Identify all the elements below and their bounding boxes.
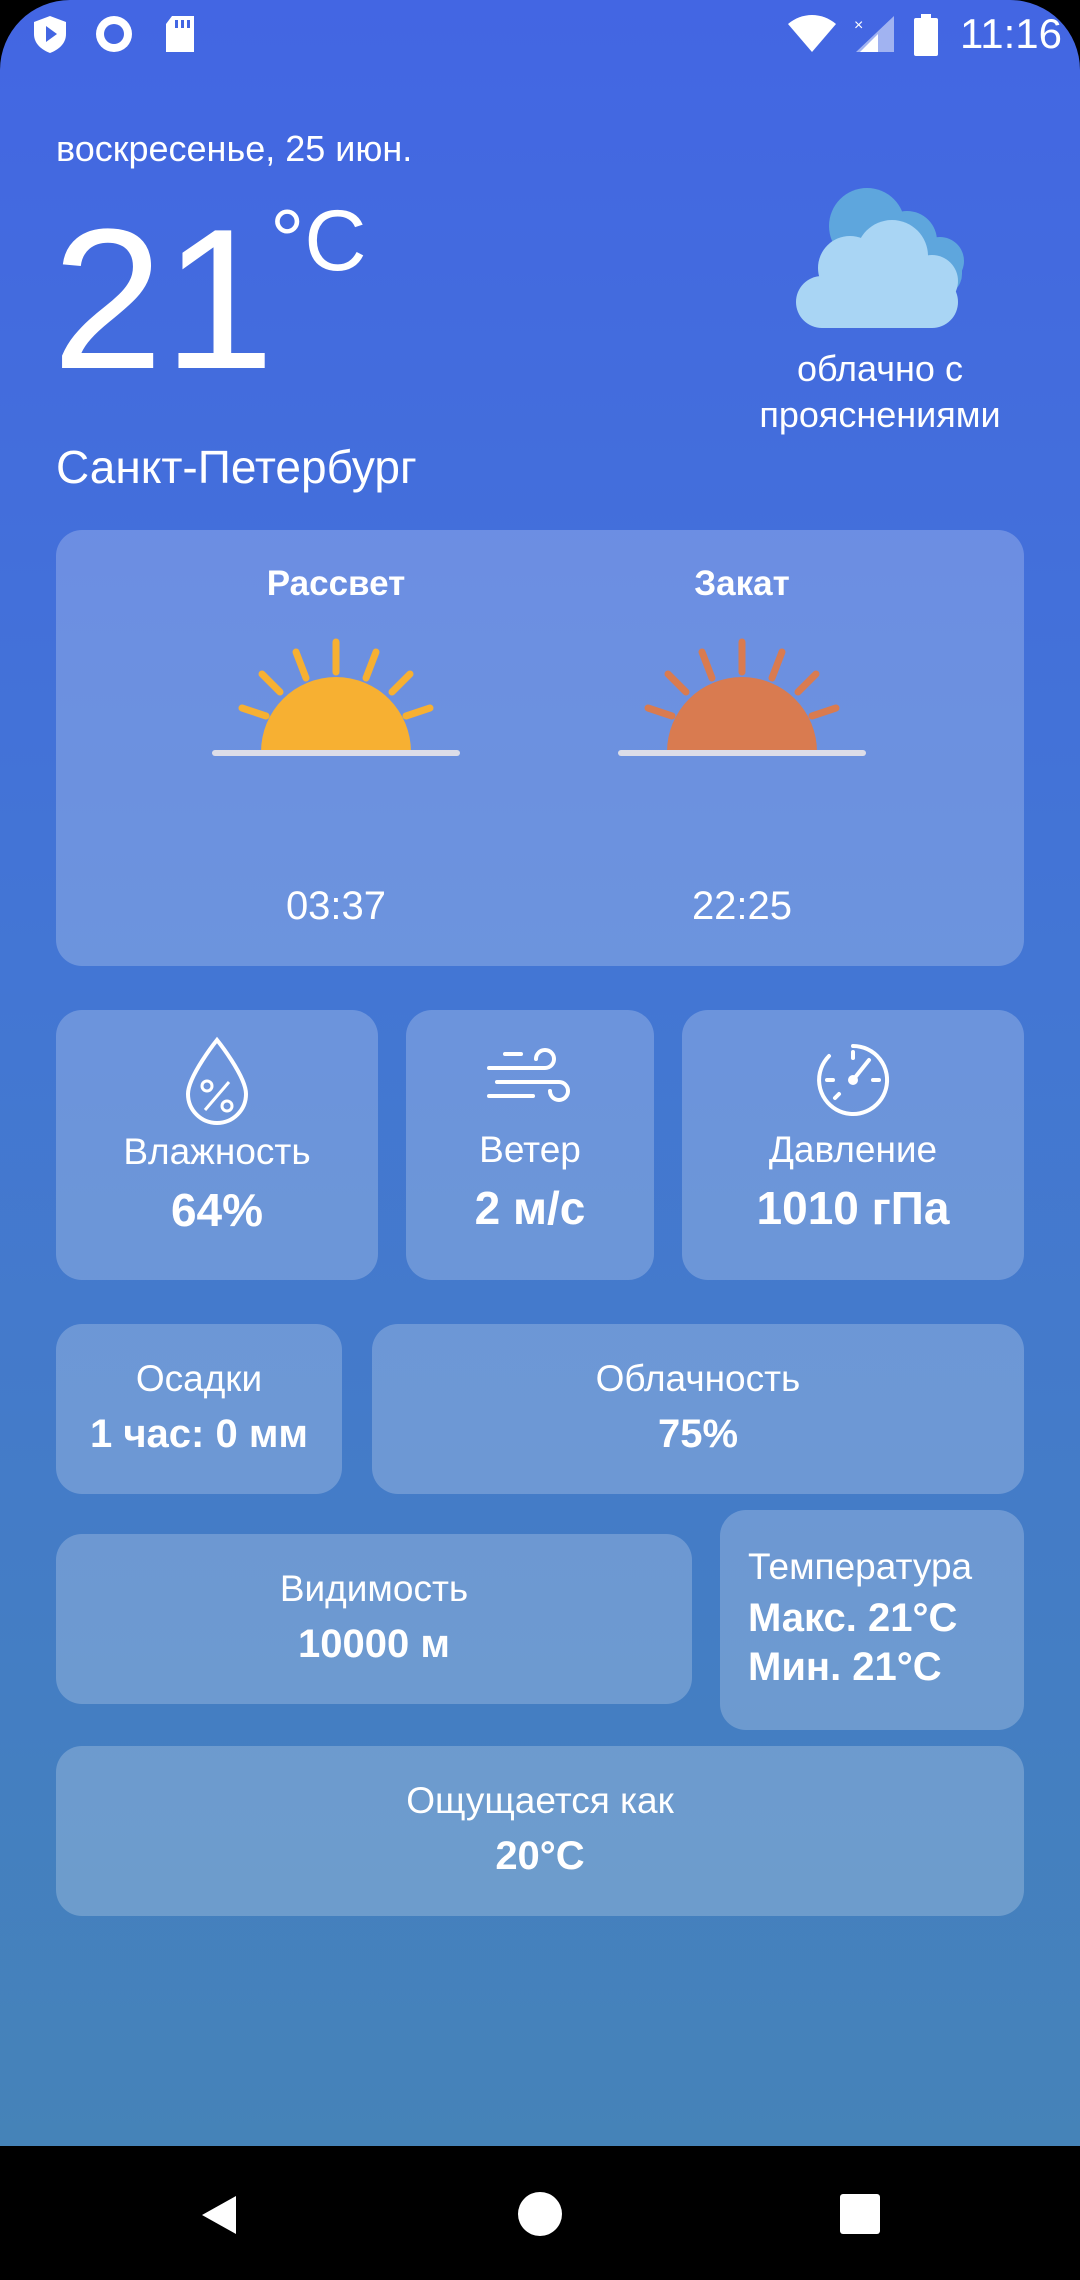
cloudiness-label: Облачность [595,1358,801,1399]
weather-screen: × 11:16 воскресенье, 25 июн. 21 °C облач… [0,0,1080,2146]
temperature-range-card: Температура Макс. 21°C Мин. 21°C [720,1510,1024,1730]
sunrise-icon [212,638,460,756]
pressure-value: 1010 гПа [756,1182,950,1234]
visibility-card: Видимость 10000 м [56,1534,692,1704]
wifi-icon [788,15,836,52]
feels-like-card: Ощущается как 20°C [56,1746,1024,1916]
feels-like-value: 20°C [495,1834,585,1878]
precipitation-card: Осадки 1 час: 0 мм [56,1324,342,1494]
sun-card: Рассвет 03:37 Закат 22:25 [56,530,1024,966]
partly-cloudy-icon [796,188,964,328]
battery-icon [914,14,938,56]
temperature-max: Макс. 21°C [748,1596,958,1640]
temperature-range-label: Температура [748,1546,973,1587]
status-time: 11:16 [960,10,1062,57]
humidity-card: Влажность 64% [56,1010,378,1280]
precipitation-label: Осадки [135,1358,263,1399]
visibility-value: 10000 м [298,1622,450,1666]
current-temperature: 21 [52,188,275,411]
sunrise-label: Рассвет [266,564,406,603]
humidity-drop-icon [185,1036,249,1125]
sunset-icon [618,638,866,756]
city-name: Санкт-Петербург [56,441,417,493]
temperature-min: Мин. 21°C [748,1645,942,1689]
sunrise-block: Рассвет 03:37 [186,564,486,928]
record-icon [96,16,132,52]
humidity-label: Влажность [123,1131,311,1172]
humidity-value: 64% [170,1184,264,1236]
navigation-bar [0,2146,1080,2280]
cloudiness-card: Облачность 75% [372,1324,1024,1494]
pressure-card: Давление 1010 гПа [682,1010,1024,1280]
home-icon[interactable] [516,2190,564,2238]
svg-text:×: × [854,17,863,34]
weather-condition: облачно с прояснениями [759,348,1001,435]
back-icon[interactable] [196,2192,242,2238]
cloudiness-value: 75% [657,1412,739,1456]
pressure-label: Давление [768,1129,938,1170]
sunset-time: 22:25 [691,884,793,928]
precipitation-value: 1 час: 0 мм [89,1412,309,1456]
signal-icon: × [854,16,894,52]
sd-card-icon [166,16,194,52]
visibility-label: Видимость [279,1568,469,1609]
wind-icon [487,1048,570,1102]
current-date: воскресенье, 25 июн. [56,128,413,169]
temperature-unit: °C [270,193,367,289]
wind-label: Ветер [479,1129,581,1170]
wind-card: Ветер 2 м/с [406,1010,654,1280]
pressure-gauge-icon [817,1044,890,1116]
wind-value: 2 м/с [474,1182,586,1234]
sunset-label: Закат [694,564,790,603]
sunset-block: Закат 22:25 [592,564,892,928]
recents-icon[interactable] [838,2192,882,2236]
shield-icon [34,16,66,53]
feels-like-label: Ощущается как [406,1780,674,1821]
status-bar: × 11:16 [0,0,1080,68]
sunrise-time: 03:37 [285,884,387,928]
